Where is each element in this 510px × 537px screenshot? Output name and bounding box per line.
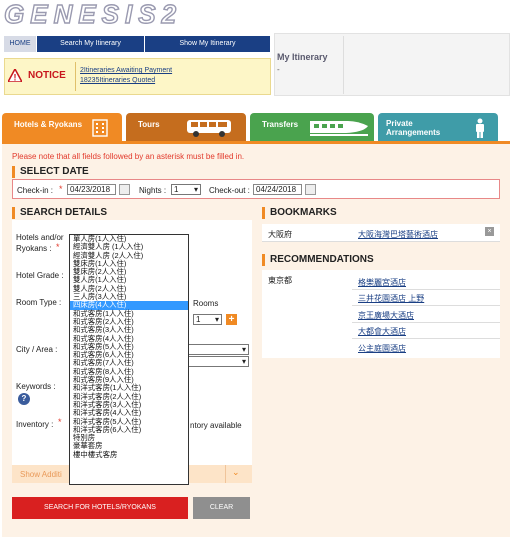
show-additional-label: Show Additi (20, 470, 62, 479)
tab-label: Hotels & Ryokans (14, 120, 83, 129)
tab-label: Transfers (262, 120, 299, 129)
recommendation-link[interactable]: 格樂麗宮酒店 (358, 277, 406, 288)
checkout-label: Check-out : (209, 186, 250, 195)
add-room-button[interactable]: + (226, 314, 237, 325)
divider (352, 305, 500, 306)
bus-icon (187, 120, 231, 137)
room-type-option[interactable]: 樓中樓式客房 (70, 450, 188, 459)
recommendation-link[interactable]: 公主庭園酒店 (358, 343, 406, 354)
required-asterisk: * (56, 242, 60, 252)
rooms-value: 1 (196, 315, 201, 324)
divider (352, 289, 500, 290)
notice-divider (75, 62, 76, 91)
section-marker (262, 254, 265, 266)
select-date-title: SELECT DATE (20, 166, 89, 177)
close-icon[interactable]: × (485, 227, 494, 236)
recommendation-region: 東京都 (268, 276, 292, 285)
awaiting-payment-link[interactable]: 2Itineraries Awaiting Payment (80, 67, 172, 74)
section-marker (12, 207, 15, 219)
divider (352, 322, 500, 323)
chevron-down-icon: ▾ (214, 315, 219, 324)
ryokans-label: Ryokans : (16, 244, 52, 253)
itinerary-title: My Itinerary (277, 52, 328, 62)
area-select[interactable]: ▾ (186, 356, 249, 367)
nav-home[interactable]: HOME (4, 36, 37, 52)
chevron-down-icon: ▾ (241, 357, 246, 366)
city-area-label: City / Area : (16, 345, 58, 354)
chevron-down-icon: ▾ (241, 345, 246, 354)
tab-label: Tours (138, 120, 160, 129)
recommendations-title: RECOMMENDATIONS (270, 254, 374, 265)
tab-transfers[interactable]: Transfers (250, 113, 374, 141)
person-icon (476, 118, 484, 138)
required-fields-note: Please note that all fields followed by … (12, 152, 245, 161)
room-type-dropdown[interactable]: 單人房(1人入住) 經濟雙人房 (1人入住) 經濟雙人房 (2人入住) 雙床房(1人入… (69, 234, 189, 485)
inventory-available-label: ntory available (190, 421, 242, 430)
tab-label: Private Arrangements (386, 119, 441, 137)
search-hotels-button[interactable]: SEARCH FOR HOTELS/RYOKANS (12, 497, 188, 519)
main-nav: HOME Search My Itinerary Show My Itinera… (4, 36, 271, 52)
keywords-label: Keywords : (16, 382, 56, 391)
notice-label: NOTICE (28, 70, 66, 81)
calendar-icon[interactable] (305, 184, 316, 195)
clear-button[interactable]: CLEAR (193, 497, 250, 519)
itinerary-value: - (277, 65, 280, 74)
recommendation-link[interactable]: 京王廣場大酒店 (358, 310, 414, 321)
nav-search-itinerary[interactable]: Search My Itinerary (37, 36, 145, 52)
hotels-label: Hotels and/or (16, 233, 64, 242)
recommendation-link[interactable]: 大都會大酒店 (358, 326, 406, 337)
bullet-train-icon (310, 121, 368, 136)
help-icon[interactable]: ? (18, 393, 30, 405)
room-type-label: Room Type : (16, 298, 62, 307)
city-select[interactable]: ▾ (186, 344, 249, 355)
warning-icon: ! (8, 69, 22, 82)
checkin-label: Check-in : (17, 186, 54, 195)
divider (352, 338, 500, 339)
itinerary-divider (343, 36, 344, 94)
required-asterisk: * (59, 184, 63, 194)
search-details-title: SEARCH DETAILS (20, 207, 108, 218)
genesis2-logo: GENESIS2 (4, 2, 182, 28)
nights-label: Nights : (139, 186, 167, 195)
quoted-link[interactable]: 18235Itineraries Quoted (80, 77, 155, 84)
checkout-input[interactable]: 04/24/2018 (253, 184, 302, 195)
hotel-grade-label: Hotel Grade : (16, 271, 64, 280)
tab-private-arrangements[interactable]: Private Arrangements (378, 113, 498, 141)
recommendation-link[interactable]: 三井花園酒店 上野 (358, 293, 424, 304)
required-asterisk: * (58, 417, 62, 427)
rooms-select[interactable]: 1 ▾ (193, 314, 222, 325)
bookmark-hotel-link[interactable]: 大阪海灣巴塔藝術酒店 (358, 229, 438, 240)
bookmark-region: 大阪府 (268, 230, 292, 239)
tab-tours[interactable]: Tours (126, 113, 246, 141)
nav-show-itinerary[interactable]: Show My Itinerary (145, 36, 271, 52)
building-icon (92, 119, 108, 137)
checkin-input[interactable]: 04/23/2018 (67, 184, 116, 195)
tab-hotels-ryokans[interactable]: Hotels & Ryokans (2, 113, 122, 141)
svg-text:GENESIS2: GENESIS2 (4, 2, 182, 28)
section-marker (12, 166, 15, 178)
bookmarks-title: BOOKMARKS (270, 207, 337, 218)
calendar-icon[interactable] (119, 184, 130, 195)
rooms-label: Rooms (193, 299, 219, 308)
nights-select[interactable]: 1 ▾ (171, 184, 201, 195)
chevron-down-icon: ▾ (193, 185, 198, 194)
svg-text:!: ! (14, 73, 17, 83)
itinerary-panel (274, 33, 510, 96)
nights-value: 1 (174, 185, 179, 194)
section-marker (262, 207, 265, 219)
double-chevron-down-icon[interactable]: ⌄ (232, 467, 240, 478)
divider (225, 465, 226, 483)
inventory-label: Inventory : (16, 420, 54, 429)
